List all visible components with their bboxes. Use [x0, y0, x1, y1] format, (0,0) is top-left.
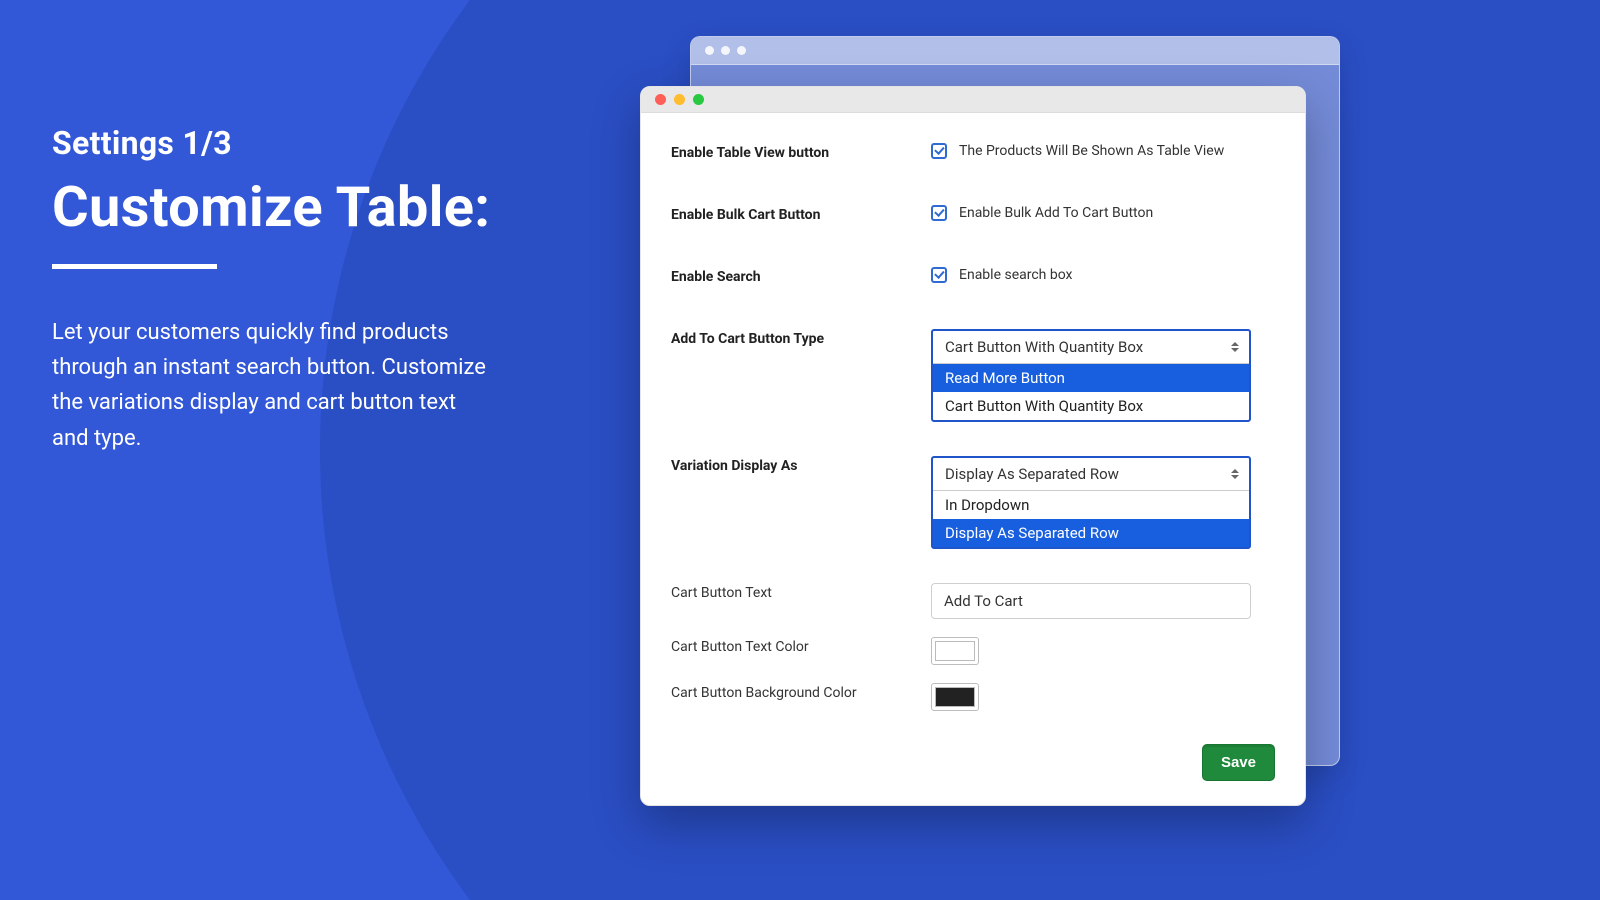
- select-value-text: Cart Button With Quantity Box: [945, 338, 1143, 356]
- settings-form: Enable Table View button The Products Wi…: [641, 113, 1305, 805]
- promo-divider: [52, 264, 217, 269]
- promo-eyebrow: Settings 1/3: [52, 124, 552, 162]
- promo-copy: Settings 1/3 Customize Table: Let your c…: [52, 124, 552, 456]
- setting-label: Cart Button Text Color: [671, 637, 931, 655]
- setting-description: Enable search box: [959, 267, 1073, 283]
- minimize-icon[interactable]: [674, 94, 685, 105]
- text-color-swatch[interactable]: [931, 637, 979, 665]
- settings-window: Enable Table View button The Products Wi…: [640, 86, 1306, 806]
- setting-label: Enable Table View button: [671, 143, 931, 161]
- enable-search-checkbox[interactable]: [931, 267, 947, 283]
- enable-table-view-checkbox[interactable]: [931, 143, 947, 159]
- promo-headline: Customize Table:: [52, 172, 552, 242]
- traffic-light-dot: [705, 46, 714, 55]
- select-value: Cart Button With Quantity Box: [933, 331, 1249, 363]
- setting-row-cart-button-text-color: Cart Button Text Color: [671, 637, 1275, 665]
- select-options: Read More Button Cart Button With Quanti…: [933, 363, 1249, 420]
- add-to-cart-type-select[interactable]: Cart Button With Quantity Box Read More …: [931, 329, 1251, 422]
- setting-row-cart-button-text: Cart Button Text: [671, 583, 1275, 619]
- setting-label: Cart Button Background Color: [671, 683, 931, 701]
- close-icon[interactable]: [655, 94, 666, 105]
- background-window-titlebar: [691, 37, 1339, 65]
- setting-label: Enable Bulk Cart Button: [671, 205, 931, 223]
- setting-description: Enable Bulk Add To Cart Button: [959, 205, 1153, 221]
- check-icon: [934, 268, 944, 279]
- select-value-text: Display As Separated Row: [945, 465, 1119, 483]
- traffic-light-dot: [737, 46, 746, 55]
- form-actions: Save: [1202, 744, 1275, 781]
- setting-row-enable-bulk-cart: Enable Bulk Cart Button Enable Bulk Add …: [671, 205, 1275, 223]
- save-button[interactable]: Save: [1202, 744, 1275, 781]
- check-icon: [934, 206, 944, 217]
- maximize-icon[interactable]: [693, 94, 704, 105]
- color-swatch: [935, 641, 975, 661]
- check-icon: [934, 144, 944, 155]
- select-option[interactable]: In Dropdown: [933, 491, 1249, 519]
- setting-row-enable-table-view: Enable Table View button The Products Wi…: [671, 143, 1275, 161]
- select-option[interactable]: Display As Separated Row: [933, 519, 1249, 547]
- setting-label: Add To Cart Button Type: [671, 329, 931, 347]
- enable-bulk-cart-checkbox[interactable]: [931, 205, 947, 221]
- cart-button-text-input[interactable]: [931, 583, 1251, 619]
- select-option[interactable]: Cart Button With Quantity Box: [933, 392, 1249, 420]
- setting-description: The Products Will Be Shown As Table View: [959, 143, 1224, 159]
- setting-row-add-to-cart-type: Add To Cart Button Type Cart Button With…: [671, 329, 1275, 422]
- setting-row-variation-display: Variation Display As Display As Separate…: [671, 456, 1275, 549]
- variation-display-select[interactable]: Display As Separated Row In Dropdown Dis…: [931, 456, 1251, 549]
- select-value: Display As Separated Row: [933, 458, 1249, 490]
- promo-description: Let your customers quickly find products…: [52, 315, 492, 456]
- setting-row-enable-search: Enable Search Enable search box: [671, 267, 1275, 285]
- color-swatch: [935, 687, 975, 707]
- setting-label: Variation Display As: [671, 456, 931, 474]
- select-option[interactable]: Read More Button: [933, 364, 1249, 392]
- window-titlebar: [641, 87, 1305, 113]
- chevron-up-down-icon: [1231, 342, 1239, 352]
- select-options: In Dropdown Display As Separated Row: [933, 490, 1249, 547]
- setting-label: Enable Search: [671, 267, 931, 285]
- setting-row-cart-button-bg-color: Cart Button Background Color: [671, 683, 1275, 711]
- traffic-light-dot: [721, 46, 730, 55]
- chevron-up-down-icon: [1231, 469, 1239, 479]
- bg-color-swatch[interactable]: [931, 683, 979, 711]
- setting-label: Cart Button Text: [671, 583, 931, 601]
